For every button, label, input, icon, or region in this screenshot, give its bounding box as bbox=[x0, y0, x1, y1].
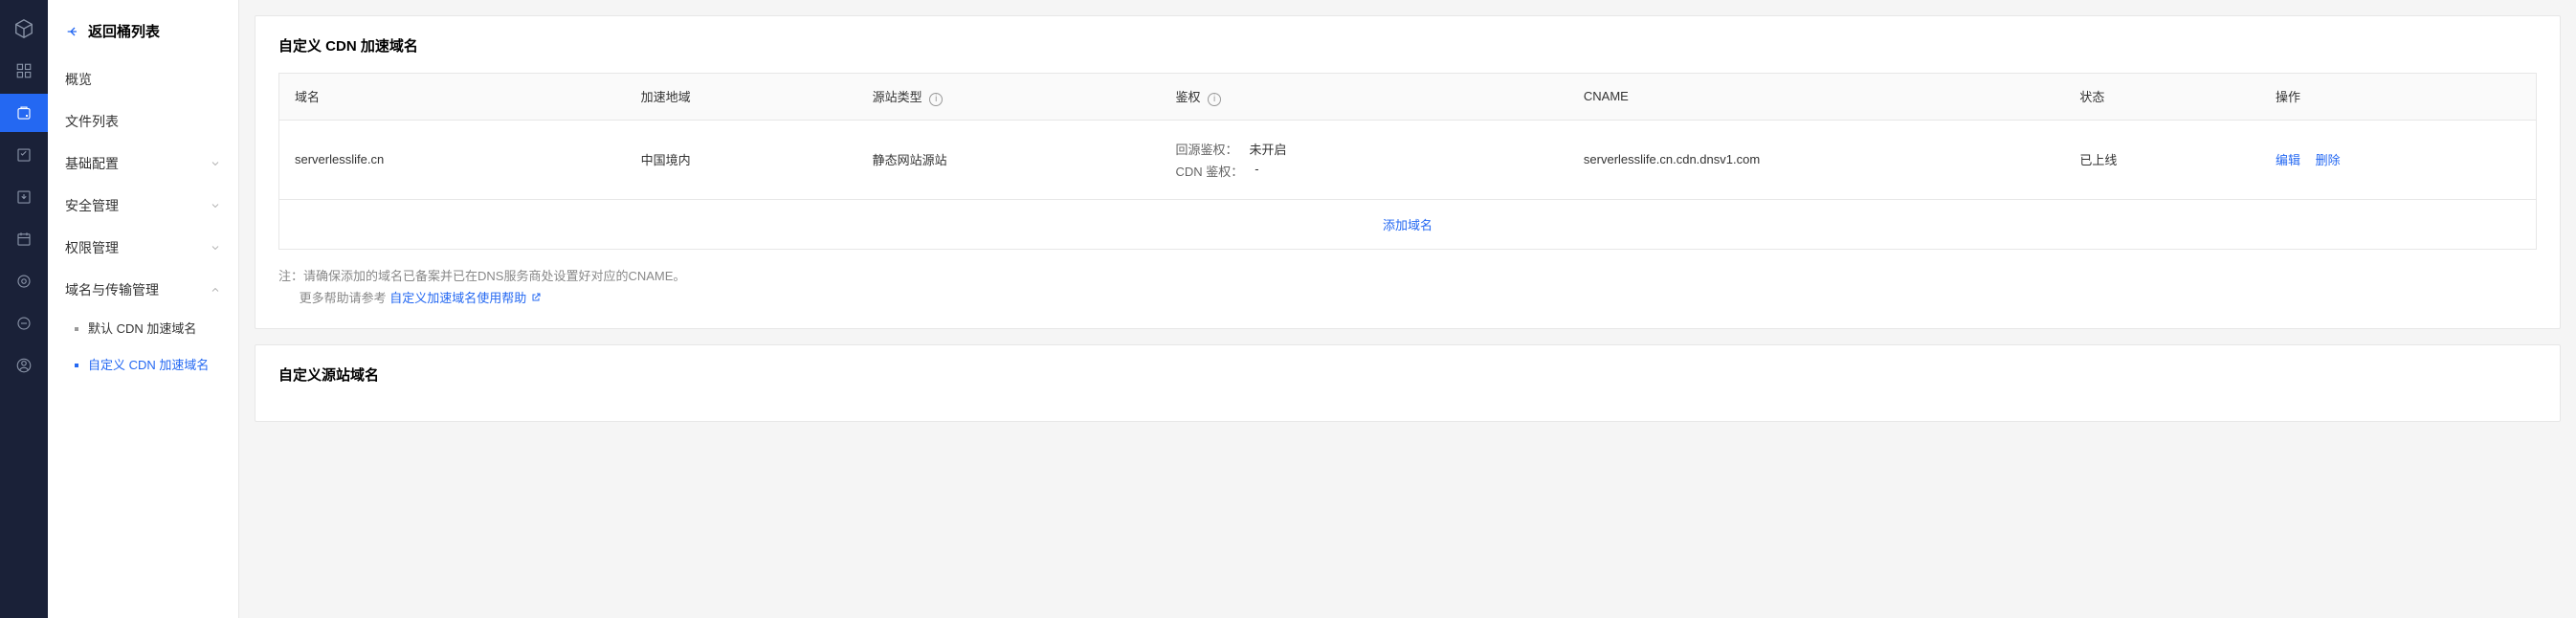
bullet-icon bbox=[75, 327, 78, 331]
sidebar-label: 基础配置 bbox=[65, 154, 119, 173]
panel-custom-cdn: 自定义 CDN 加速域名 域名 加速地域 源站类型 i 鉴权 i bbox=[255, 15, 2561, 329]
sidebar-item-basic-config[interactable]: 基础配置 bbox=[48, 143, 238, 185]
info-icon[interactable]: i bbox=[929, 93, 943, 106]
bullet-icon bbox=[75, 364, 78, 367]
nav-calendar-icon[interactable] bbox=[0, 220, 48, 258]
sidebar-sub-custom-cdn[interactable]: 自定义 CDN 加速域名 bbox=[48, 347, 238, 384]
th-domain: 域名 bbox=[279, 74, 626, 121]
auth-origin-key: 回源鉴权： bbox=[1176, 140, 1238, 158]
sidebar: 返回桶列表 概览 文件列表 基础配置 安全管理 权限管理 域名与传输管理 bbox=[48, 0, 239, 618]
sidebar-label: 域名与传输管理 bbox=[65, 280, 159, 299]
external-link-icon bbox=[530, 288, 542, 299]
add-domain-row: 添加域名 bbox=[279, 199, 2537, 249]
nav-user-icon[interactable] bbox=[0, 346, 48, 385]
back-arrow-icon bbox=[65, 24, 80, 39]
note-prefix: 注： bbox=[278, 269, 303, 283]
th-action: 操作 bbox=[2260, 74, 2537, 121]
info-icon[interactable]: i bbox=[1208, 93, 1221, 106]
note-block: 注：请确保添加的域名已备案并已在DNS服务商处设置好对应的CNAME。 更多帮助… bbox=[278, 265, 2537, 310]
th-cname: CNAME bbox=[1568, 74, 2065, 121]
chevron-up-icon bbox=[210, 284, 221, 296]
cdn-domain-table: 域名 加速地域 源站类型 i 鉴权 i CNAME 状态 操作 bbox=[278, 73, 2537, 250]
nav-download-icon[interactable] bbox=[0, 178, 48, 216]
delete-link[interactable]: 删除 bbox=[2316, 153, 2341, 167]
th-origin-type: 源站类型 i bbox=[857, 74, 1161, 121]
sidebar-sub-label: 默认 CDN 加速域名 bbox=[88, 320, 196, 338]
note-line2a: 更多帮助请参考 bbox=[300, 291, 390, 305]
add-domain-button[interactable]: 添加域名 bbox=[1383, 218, 1432, 232]
sidebar-label: 文件列表 bbox=[65, 112, 119, 131]
cell-origin-type: 静态网站源站 bbox=[857, 120, 1161, 199]
cell-action: 编辑 删除 bbox=[2260, 120, 2537, 199]
cell-region: 中国境内 bbox=[626, 120, 857, 199]
cell-status: 已上线 bbox=[2064, 120, 2260, 199]
panel-custom-origin: 自定义源站域名 bbox=[255, 344, 2561, 422]
nav-dashboard-icon[interactable] bbox=[0, 52, 48, 90]
help-link[interactable]: 自定义加速域名使用帮助 bbox=[389, 291, 542, 305]
sidebar-item-permission[interactable]: 权限管理 bbox=[48, 227, 238, 269]
table-row: serverlesslife.cn 中国境内 静态网站源站 回源鉴权： 未开启 … bbox=[279, 120, 2537, 199]
auth-cdn-val: - bbox=[1255, 162, 1258, 180]
chevron-down-icon bbox=[210, 200, 221, 211]
back-to-bucket-list[interactable]: 返回桶列表 bbox=[48, 15, 238, 58]
cell-domain: serverlesslife.cn bbox=[279, 120, 626, 199]
nav-bucket-icon[interactable] bbox=[0, 94, 48, 132]
edit-link[interactable]: 编辑 bbox=[2276, 153, 2300, 167]
nav-logo[interactable] bbox=[0, 10, 48, 48]
th-status: 状态 bbox=[2064, 74, 2260, 121]
back-label: 返回桶列表 bbox=[88, 21, 160, 41]
sidebar-sub-label: 自定义 CDN 加速域名 bbox=[88, 357, 209, 374]
sidebar-label: 概览 bbox=[65, 70, 92, 89]
main-content: 自定义 CDN 加速域名 域名 加速地域 源站类型 i 鉴权 i bbox=[239, 0, 2576, 618]
chevron-down-icon bbox=[210, 242, 221, 254]
sidebar-item-security[interactable]: 安全管理 bbox=[48, 185, 238, 227]
sidebar-label: 安全管理 bbox=[65, 196, 119, 215]
cell-cname: serverlesslife.cn.cdn.dnsv1.com bbox=[1568, 120, 2065, 199]
panel-title: 自定义 CDN 加速域名 bbox=[278, 35, 2537, 55]
sidebar-item-files[interactable]: 文件列表 bbox=[48, 100, 238, 143]
panel-title: 自定义源站域名 bbox=[278, 364, 2537, 385]
nav-target-icon[interactable] bbox=[0, 262, 48, 300]
nav-settings-icon[interactable] bbox=[0, 304, 48, 342]
th-auth: 鉴权 i bbox=[1161, 74, 1568, 121]
sidebar-label: 权限管理 bbox=[65, 238, 119, 257]
sidebar-item-overview[interactable]: 概览 bbox=[48, 58, 238, 100]
auth-origin-val: 未开启 bbox=[1250, 140, 1287, 158]
th-region: 加速地域 bbox=[626, 74, 857, 121]
sidebar-item-domain[interactable]: 域名与传输管理 bbox=[48, 269, 238, 311]
nav-rail bbox=[0, 0, 48, 618]
auth-cdn-key: CDN 鉴权： bbox=[1176, 162, 1244, 180]
note-line1: 请确保添加的域名已备案并已在DNS服务商处设置好对应的CNAME。 bbox=[303, 269, 685, 283]
cell-auth: 回源鉴权： 未开启 CDN 鉴权： - bbox=[1161, 120, 1568, 199]
sidebar-sub-default-cdn[interactable]: 默认 CDN 加速域名 bbox=[48, 311, 238, 347]
chevron-down-icon bbox=[210, 158, 221, 169]
nav-task-icon[interactable] bbox=[0, 136, 48, 174]
